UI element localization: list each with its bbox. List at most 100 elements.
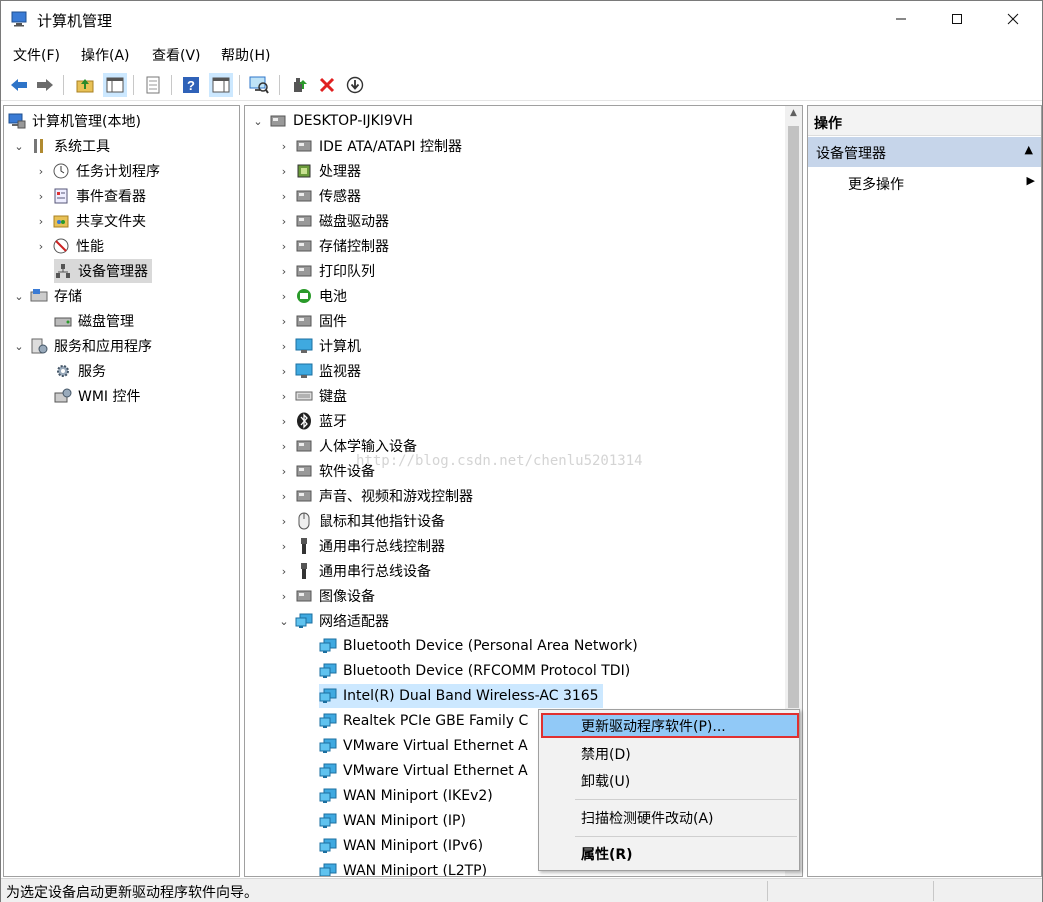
device-category-item[interactable]: › 计算机 (277, 334, 361, 358)
ctx-update-driver[interactable]: 更新驱动程序软件(P)... (581, 716, 726, 736)
device-category-item[interactable]: › 打印队列 (277, 259, 375, 283)
device-category-item[interactable]: › 图像设备 (277, 584, 375, 608)
device-category-item[interactable]: › 鼠标和其他指针设备 (277, 509, 445, 533)
network-adapter-item[interactable]: WAN Miniport (L2TP) (319, 859, 487, 876)
device-category-item[interactable]: › 处理器 (277, 159, 361, 183)
help-button[interactable]: ? (179, 73, 203, 97)
network-adapter-item[interactable]: Bluetooth Device (RFCOMM Protocol TDI) (319, 659, 630, 683)
chevron-right-icon[interactable]: › (277, 190, 291, 203)
chevron-right-icon[interactable]: › (277, 490, 291, 503)
chevron-right-icon[interactable]: › (277, 165, 291, 178)
device-tree-root[interactable]: ⌄ DESKTOP-IJKI9VH (251, 109, 413, 133)
tree-item-services-apps[interactable]: ⌄ 服务和应用程序 (12, 334, 152, 358)
tree-item-services[interactable]: 服务 (54, 359, 106, 383)
ctx-uninstall[interactable]: 卸载(U) (581, 771, 630, 791)
device-category-item[interactable]: › IDE ATA/ATAPI 控制器 (277, 134, 462, 158)
collapse-up-icon[interactable]: ▲ (1025, 143, 1033, 156)
chevron-right-icon[interactable]: › (277, 590, 291, 603)
chevron-down-icon[interactable]: ⌄ (251, 115, 265, 128)
ctx-disable[interactable]: 禁用(D) (581, 744, 631, 764)
chevron-right-icon[interactable]: › (277, 290, 291, 303)
tree-item-storage[interactable]: ⌄ 存储 (12, 284, 82, 308)
uninstall-device-button[interactable] (315, 73, 339, 97)
minimize-button[interactable] (878, 1, 924, 39)
chevron-right-icon[interactable]: › (277, 465, 291, 478)
chevron-right-icon[interactable]: › (277, 240, 291, 253)
scan-hardware-button[interactable] (247, 73, 271, 97)
device-category-item[interactable]: › 固件 (277, 309, 347, 333)
network-adapter-item[interactable]: Bluetooth Device (Personal Area Network) (319, 634, 638, 658)
tree-item-event-viewer[interactable]: › 事件查看器 (34, 184, 146, 208)
tree-item-disk-management[interactable]: 磁盘管理 (54, 309, 134, 333)
network-adapter-item[interactable]: WAN Miniport (IPv6) (319, 834, 483, 858)
network-adapter-item[interactable]: VMware Virtual Ethernet A (319, 734, 528, 758)
chevron-down-icon[interactable]: ⌄ (12, 290, 26, 303)
chevron-right-icon[interactable]: › (277, 440, 291, 453)
device-category-item[interactable]: ⌄ 网络适配器 (277, 609, 389, 633)
chevron-right-icon[interactable]: › (277, 265, 291, 278)
tree-item-system-tools[interactable]: ⌄ 系统工具 (12, 134, 110, 158)
maximize-button[interactable] (934, 1, 980, 39)
tree-item-shared-folders[interactable]: › 共享文件夹 (34, 209, 146, 233)
back-button[interactable] (7, 73, 31, 97)
chevron-right-icon[interactable]: › (277, 415, 291, 428)
device-category-item[interactable]: › 电池 (277, 284, 347, 308)
tree-item-performance[interactable]: › 性能 (34, 234, 104, 258)
tree-item-root[interactable]: 计算机管理(本地) (8, 109, 141, 133)
chevron-right-icon[interactable]: › (34, 240, 48, 253)
ctx-scan-hardware[interactable]: 扫描检测硬件改动(A) (581, 808, 714, 828)
device-category-item[interactable]: › 通用串行总线设备 (277, 559, 431, 583)
show-hide-tree-button[interactable] (103, 73, 127, 97)
device-category-item[interactable]: › 监视器 (277, 359, 361, 383)
chevron-down-icon[interactable]: ⌄ (12, 140, 26, 153)
menu-file[interactable]: 文件(F) (13, 45, 60, 65)
device-category-item[interactable]: › 声音、视频和游戏控制器 (277, 484, 473, 508)
network-adapter-item[interactable]: WAN Miniport (IKEv2) (319, 784, 493, 808)
device-category-item[interactable]: › 存储控制器 (277, 234, 389, 258)
device-category-item[interactable]: › 通用串行总线控制器 (277, 534, 445, 558)
chevron-down-icon[interactable]: ⌄ (277, 615, 291, 628)
menu-help[interactable]: 帮助(H) (221, 45, 270, 65)
chevron-right-icon[interactable]: › (277, 365, 291, 378)
chevron-down-icon[interactable]: ⌄ (12, 340, 26, 353)
title-bar[interactable]: 计算机管理 (1, 1, 1042, 39)
chevron-right-icon[interactable]: › (34, 165, 48, 178)
show-hide-action-pane-button[interactable] (209, 73, 233, 97)
menu-view[interactable]: 查看(V) (152, 45, 201, 65)
device-category-item[interactable]: › 蓝牙 (277, 409, 347, 433)
chevron-right-icon[interactable]: › (277, 540, 291, 553)
more-actions-item[interactable]: 更多操作 (848, 174, 904, 194)
chevron-right-icon[interactable]: › (277, 565, 291, 578)
tree-item-device-manager[interactable]: 设备管理器 (54, 259, 152, 283)
device-category-item[interactable]: › 传感器 (277, 184, 361, 208)
action-group-device-manager[interactable]: 设备管理器 ▲ (808, 137, 1041, 167)
scroll-up-arrow-icon[interactable]: ▲ (785, 108, 802, 124)
chevron-right-icon[interactable]: › (277, 515, 291, 528)
menu-action[interactable]: 操作(A) (81, 45, 130, 65)
disable-device-button[interactable] (343, 73, 367, 97)
up-folder-button[interactable] (73, 73, 97, 97)
network-adapter-item[interactable]: WAN Miniport (IP) (319, 809, 466, 833)
performance-icon (52, 237, 70, 255)
chevron-right-icon[interactable]: › (277, 140, 291, 153)
update-driver-button[interactable] (287, 73, 311, 97)
chevron-right-icon[interactable]: › (34, 215, 48, 228)
chevron-right-icon[interactable]: › (277, 390, 291, 403)
tree-item-wmi-control[interactable]: WMI 控件 (54, 384, 141, 408)
chevron-right-icon[interactable]: › (277, 315, 291, 328)
chevron-right-icon[interactable]: › (277, 340, 291, 353)
export-list-button[interactable] (141, 73, 165, 97)
device-category-item[interactable]: › 键盘 (277, 384, 347, 408)
chevron-right-icon[interactable]: › (277, 215, 291, 228)
ctx-properties[interactable]: 属性(R) (581, 844, 633, 864)
network-adapter-item[interactable]: Realtek PCIe GBE Family C (319, 709, 528, 733)
close-button[interactable] (990, 1, 1036, 39)
network-adapter-item[interactable]: Intel(R) Dual Band Wireless-AC 3165 (319, 684, 603, 708)
forward-button[interactable] (33, 73, 57, 97)
scroll-thumb[interactable] (788, 126, 799, 708)
device-category-item[interactable]: › 磁盘驱动器 (277, 209, 389, 233)
network-adapter-item[interactable]: VMware Virtual Ethernet A (319, 759, 528, 783)
tree-item-task-scheduler[interactable]: › 任务计划程序 (34, 159, 160, 183)
submenu-arrow-icon[interactable]: ▶ (1027, 174, 1035, 187)
chevron-right-icon[interactable]: › (34, 190, 48, 203)
